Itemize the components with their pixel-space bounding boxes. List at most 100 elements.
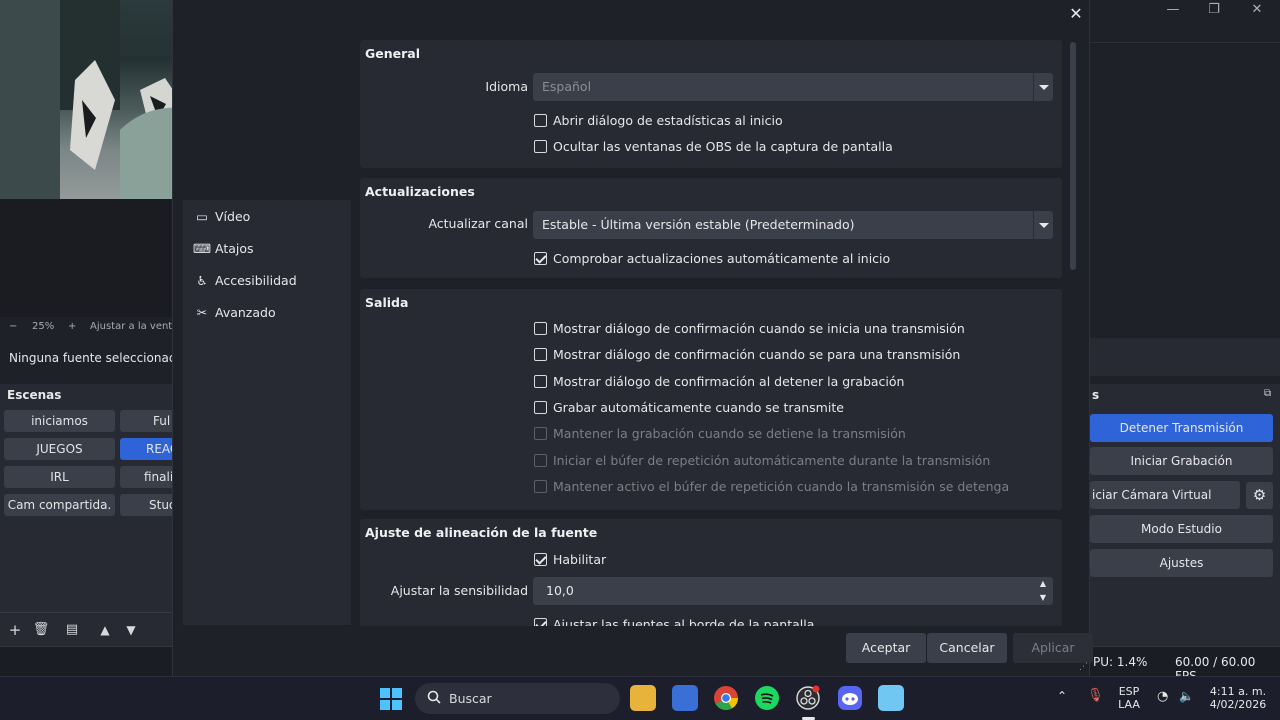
sensitivity-value: 10,0 [546, 583, 574, 598]
update-channel-label: Actualizar canal [428, 216, 528, 231]
taskbar-search[interactable]: Buscar [415, 683, 620, 714]
nav-item-video[interactable]: ▭ Vídeo [193, 207, 250, 227]
zoom-in-icon[interactable]: + [68, 321, 76, 332]
language-select[interactable]: Español [533, 73, 1053, 101]
stats-on-start-checkbox[interactable]: Abrir diálogo de estadísticas al inicio [534, 113, 783, 129]
cancel-button[interactable]: Cancelar [927, 633, 1007, 663]
tray-overflow-icon[interactable]: ⌃ [1057, 689, 1067, 703]
scene-button[interactable]: IRL [4, 466, 115, 488]
auto-record-checkbox[interactable]: Grabar automáticamente cuando se transmi… [534, 400, 844, 416]
zoom-level: 25% [32, 321, 55, 332]
close-icon[interactable]: ✕ [1066, 4, 1086, 24]
chevron-down-icon[interactable]: ▼ [1037, 592, 1049, 604]
scene-filter-icon[interactable]: ▤ [63, 621, 81, 639]
check-updates-checkbox[interactable]: Comprobar actualizaciones automáticament… [534, 251, 890, 267]
confirm-stop-stream-checkbox[interactable]: Mostrar diálogo de confirmación cuando s… [534, 347, 960, 363]
nav-item-accessibility[interactable]: ♿ Accesibilidad [193, 271, 297, 291]
windows-start-icon[interactable] [380, 688, 402, 710]
app-f-icon[interactable] [878, 685, 904, 711]
snapping-group: Ajuste de alineación de la fuente Habili… [360, 519, 1062, 626]
snapping-enable-checkbox[interactable]: Habilitar [534, 552, 606, 568]
spotify-icon[interactable] [754, 685, 780, 711]
chevron-down-icon [1033, 211, 1053, 239]
restore-icon[interactable]: ❐ [1204, 2, 1224, 18]
start-recording-button[interactable]: Iniciar Grabación [1090, 447, 1273, 475]
checkbox-box [534, 480, 547, 493]
settings-nav: ▭ Vídeo ⌨ Atajos ♿ Accesibilidad ✂ Avanzado [183, 200, 351, 625]
accessibility-icon: ♿ [196, 273, 208, 288]
scene-button[interactable]: JUEGOS [4, 438, 115, 460]
scrollbar[interactable] [1070, 42, 1076, 270]
delete-scene-icon[interactable]: 🗑 [32, 621, 50, 639]
hide-obs-windows-checkbox[interactable]: Ocultar las ventanas de OBS de la captur… [534, 139, 893, 155]
apply-button: Aplicar [1013, 633, 1093, 663]
discord-icon[interactable] [837, 685, 863, 711]
volume-icon[interactable]: 🔈 [1179, 689, 1194, 703]
file-explorer-icon[interactable] [630, 685, 656, 711]
checkbox-label: Mostrar diálogo de confirmación al deten… [553, 374, 905, 389]
obs-icon[interactable] [795, 685, 821, 711]
resize-grip-icon[interactable]: ⋰ [1079, 662, 1088, 672]
zoom-fit-label[interactable]: Ajustar a la venta [90, 321, 178, 332]
clock-time: 4:11 a. m. [1209, 685, 1267, 698]
nav-item-hotkeys[interactable]: ⌨ Atajos [193, 239, 254, 259]
close-window-icon[interactable]: ✕ [1247, 2, 1267, 18]
chevron-up-icon[interactable]: ▲ [1037, 578, 1049, 590]
lang-bottom: LAA [1118, 698, 1140, 711]
update-channel-select[interactable]: Estable - Última versión estable (Predet… [533, 211, 1053, 239]
nav-label: Accesibilidad [215, 273, 297, 288]
language-value: Español [542, 79, 592, 94]
accept-button[interactable]: Aceptar [846, 633, 926, 663]
move-up-icon[interactable]: ▲ [96, 621, 114, 639]
scene-button[interactable]: finali [120, 466, 172, 488]
move-down-icon[interactable]: ▼ [122, 621, 140, 639]
scenes-dock: Escenas iniciamos Ful JUEGOS REAC IRL fi… [0, 384, 172, 646]
confirm-stop-recording-checkbox[interactable]: Mostrar diálogo de confirmación al deten… [534, 374, 904, 390]
group-title: Salida [365, 295, 409, 310]
settings-content: General Idioma Español Abrir diálogo de … [360, 38, 1062, 626]
minimize-icon[interactable]: — [1163, 2, 1183, 18]
checkbox-label: Iniciar el búfer de repetición automátic… [553, 453, 991, 468]
controls-title-fragment: s [1092, 388, 1100, 402]
store-icon[interactable] [672, 685, 698, 711]
scene-button[interactable]: iniciamos [4, 410, 115, 432]
add-scene-icon[interactable]: + [6, 621, 24, 639]
keep-recording-checkbox: Mantener la grabación cuando se detiene … [534, 426, 906, 442]
scene-button[interactable]: Stud [120, 494, 172, 516]
virtual-camera-gear-icon[interactable]: ⚙ [1246, 482, 1273, 509]
virtual-camera-button[interactable]: iciar Cámara Virtual [1090, 481, 1240, 509]
confirm-start-stream-checkbox[interactable]: Mostrar diálogo de confirmación cuando s… [534, 321, 965, 337]
settings-button[interactable]: Ajustes [1090, 549, 1273, 577]
checkbox-box [534, 401, 547, 414]
scenes-toolbar: + 🗑 ▤ ▲ ▼ [0, 612, 172, 646]
right-panel-top [1090, 42, 1280, 318]
tools-icon: ✂ [196, 305, 208, 320]
sensitivity-spinbox[interactable]: 10,0 ▲ ▼ [533, 577, 1053, 605]
stop-stream-button[interactable]: Detener Transmisión [1090, 414, 1273, 442]
checkbox-label: Mostrar diálogo de confirmación cuando s… [553, 321, 965, 336]
checkbox-box [534, 454, 547, 467]
snap-to-edge-checkbox[interactable]: Ajustar las fuentes al borde de la panta… [534, 617, 814, 626]
studio-mode-button[interactable]: Modo Estudio [1090, 515, 1273, 543]
checkbox-label: Mostrar diálogo de confirmación cuando s… [553, 347, 961, 362]
scene-button[interactable]: Cam compartida. [4, 494, 115, 516]
keyboard-icon: ⌨ [193, 241, 212, 256]
scene-button-active[interactable]: REAC [120, 438, 172, 460]
dock-float-icon[interactable]: ⧉ [1264, 388, 1271, 399]
checkbox-label: Habilitar [553, 552, 607, 567]
language-indicator[interactable]: ESP LAA [1115, 685, 1143, 711]
group-title: Ajuste de alineación de la fuente [365, 525, 598, 540]
chrome-icon[interactable] [713, 685, 739, 711]
language-label: Idioma [485, 79, 528, 94]
settings-dialog: ✕ ▭ Vídeo ⌨ Atajos ♿ Accesibilidad ✂ Avanzad… [172, 0, 1093, 676]
clock[interactable]: 4:11 a. m. 4/02/2026 [1203, 685, 1273, 711]
wifi-icon[interactable]: ◔ [1157, 689, 1168, 704]
nav-item-advanced[interactable]: ✂ Avanzado [193, 303, 276, 323]
search-icon [427, 690, 441, 704]
sensitivity-label: Ajustar la sensibilidad [390, 583, 528, 598]
scene-button[interactable]: Ful [120, 410, 172, 432]
zoom-out-icon[interactable]: − [9, 321, 17, 332]
right-panel-mid [1090, 338, 1280, 376]
microphone-icon[interactable]: 🎙 [1087, 688, 1104, 703]
update-channel-value: Estable - Última versión estable (Predet… [542, 217, 855, 232]
